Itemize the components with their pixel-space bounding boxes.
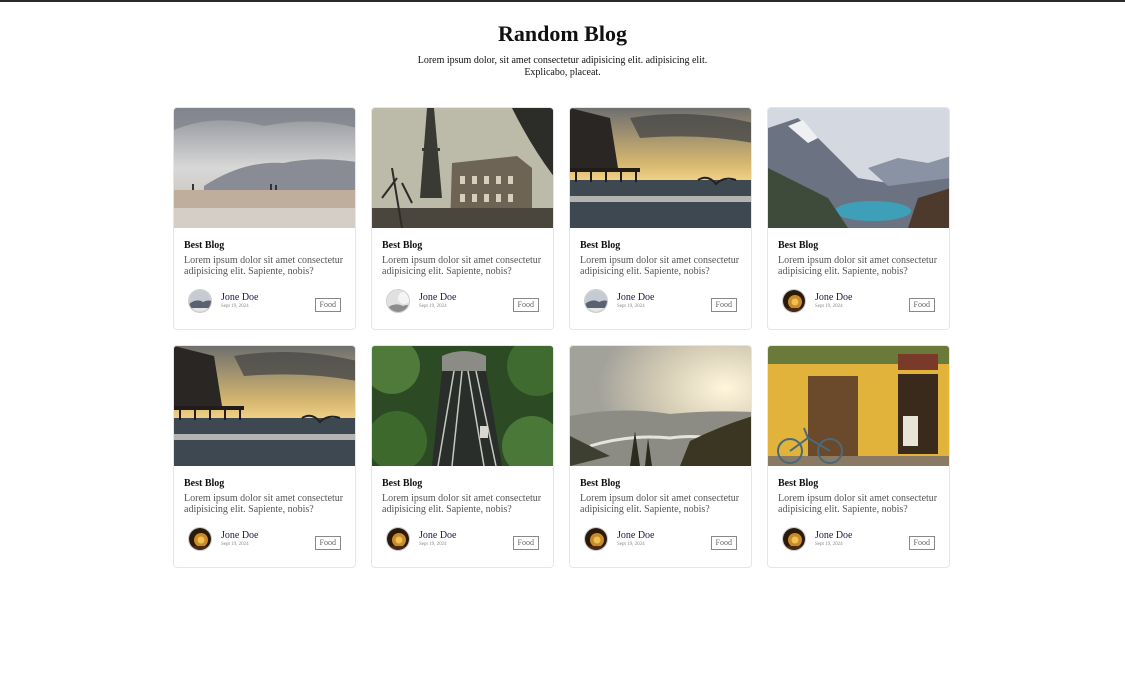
card-title[interactable]: Best Blog <box>382 477 543 491</box>
card-text: Lorem ipsum dolor sit amet consectetur a… <box>778 255 938 277</box>
author-avatar[interactable] <box>188 527 212 551</box>
author-avatar[interactable] <box>782 289 806 313</box>
card-text: Lorem ipsum dolor sit amet consectetur a… <box>580 493 740 515</box>
card-body: Best Blog Lorem ipsum dolor sit amet con… <box>570 228 751 277</box>
card-title[interactable]: Best Blog <box>184 239 345 253</box>
post-date: Sept 19, 2024 <box>221 304 249 309</box>
category-tag[interactable]: Food <box>710 298 737 312</box>
card-body: Best Blog Lorem ipsum dolor sit amet con… <box>372 466 553 515</box>
category-tag[interactable]: Food <box>314 298 341 312</box>
author-name[interactable]: Jone Doe <box>221 530 259 542</box>
author-name[interactable]: Jone Doe <box>419 530 457 542</box>
post-date: Sept 19, 2024 <box>419 304 447 309</box>
card-title[interactable]: Best Blog <box>778 239 939 253</box>
page-subtitle: Lorem ipsum dolor, sit amet consectetur … <box>417 55 708 78</box>
card-text: Lorem ipsum dolor sit amet consectetur a… <box>184 493 344 515</box>
card-footer: Jone Doe Sept 19, 2024 Food <box>386 289 539 315</box>
pier-sunset-image[interactable] <box>174 346 355 466</box>
blog-card[interactable]: Best Blog Lorem ipsum dolor sit amet con… <box>767 345 950 568</box>
category-tag[interactable]: Food <box>908 536 935 550</box>
card-footer: Jone Doe Sept 19, 2024 Food <box>188 289 341 315</box>
blog-card[interactable]: Best Blog Lorem ipsum dolor sit amet con… <box>767 107 950 330</box>
post-date: Sept 19, 2024 <box>617 304 645 309</box>
card-footer: Jone Doe Sept 19, 2024 Food <box>188 527 341 553</box>
post-date: Sept 19, 2024 <box>617 542 645 547</box>
beach-mountains-image[interactable] <box>174 108 355 228</box>
top-border <box>0 0 1125 2</box>
card-text: Lorem ipsum dolor sit amet consectetur a… <box>382 255 542 277</box>
card-body: Best Blog Lorem ipsum dolor sit amet con… <box>174 228 355 277</box>
card-footer: Jone Doe Sept 19, 2024 Food <box>584 527 737 553</box>
author-name[interactable]: Jone Doe <box>221 292 259 304</box>
blog-card[interactable]: Best Blog Lorem ipsum dolor sit amet con… <box>173 345 356 568</box>
category-tag[interactable]: Food <box>512 298 539 312</box>
blog-card[interactable]: Best Blog Lorem ipsum dolor sit amet con… <box>371 345 554 568</box>
pier-sunset-image[interactable] <box>570 108 751 228</box>
valley-sunset-image[interactable] <box>570 346 751 466</box>
forest-rails-image[interactable] <box>372 346 553 466</box>
post-date: Sept 19, 2024 <box>815 542 843 547</box>
author-avatar[interactable] <box>386 289 410 313</box>
card-body: Best Blog Lorem ipsum dolor sit amet con… <box>570 466 751 515</box>
card-footer: Jone Doe Sept 19, 2024 Food <box>386 527 539 553</box>
author-name[interactable]: Jone Doe <box>815 530 853 542</box>
card-body: Best Blog Lorem ipsum dolor sit amet con… <box>768 228 949 277</box>
card-body: Best Blog Lorem ipsum dolor sit amet con… <box>768 466 949 515</box>
card-footer: Jone Doe Sept 19, 2024 Food <box>782 527 935 553</box>
card-title[interactable]: Best Blog <box>184 477 345 491</box>
card-body: Best Blog Lorem ipsum dolor sit amet con… <box>174 466 355 515</box>
author-avatar[interactable] <box>188 289 212 313</box>
blog-card[interactable]: Best Blog Lorem ipsum dolor sit amet con… <box>173 107 356 330</box>
eiffel-tower-image[interactable] <box>372 108 553 228</box>
blog-card[interactable]: Best Blog Lorem ipsum dolor sit amet con… <box>569 107 752 330</box>
card-title[interactable]: Best Blog <box>778 477 939 491</box>
blog-card[interactable]: Best Blog Lorem ipsum dolor sit amet con… <box>371 107 554 330</box>
author-name[interactable]: Jone Doe <box>419 292 457 304</box>
category-tag[interactable]: Food <box>710 536 737 550</box>
post-date: Sept 19, 2024 <box>221 542 249 547</box>
blog-card[interactable]: Best Blog Lorem ipsum dolor sit amet con… <box>569 345 752 568</box>
card-title[interactable]: Best Blog <box>382 239 543 253</box>
category-tag[interactable]: Food <box>512 536 539 550</box>
post-date: Sept 19, 2024 <box>419 542 447 547</box>
author-avatar[interactable] <box>386 527 410 551</box>
card-footer: Jone Doe Sept 19, 2024 Food <box>782 289 935 315</box>
author-name[interactable]: Jone Doe <box>617 292 655 304</box>
card-text: Lorem ipsum dolor sit amet consectetur a… <box>184 255 344 277</box>
category-tag[interactable]: Food <box>314 536 341 550</box>
category-tag[interactable]: Food <box>908 298 935 312</box>
blog-grid: Best Blog Lorem ipsum dolor sit amet con… <box>173 107 950 568</box>
card-text: Lorem ipsum dolor sit amet consectetur a… <box>580 255 740 277</box>
card-body: Best Blog Lorem ipsum dolor sit amet con… <box>372 228 553 277</box>
card-text: Lorem ipsum dolor sit amet consectetur a… <box>382 493 542 515</box>
author-name[interactable]: Jone Doe <box>815 292 853 304</box>
yellow-storefront-image[interactable] <box>768 346 949 466</box>
author-avatar[interactable] <box>782 527 806 551</box>
card-title[interactable]: Best Blog <box>580 239 741 253</box>
author-avatar[interactable] <box>584 527 608 551</box>
page-header: Random Blog Lorem ipsum dolor, sit amet … <box>0 20 1125 79</box>
mountain-lake-image[interactable] <box>768 108 949 228</box>
page-title: Random Blog <box>498 21 627 46</box>
card-footer: Jone Doe Sept 19, 2024 Food <box>584 289 737 315</box>
author-name[interactable]: Jone Doe <box>617 530 655 542</box>
card-title[interactable]: Best Blog <box>580 477 741 491</box>
post-date: Sept 19, 2024 <box>815 304 843 309</box>
author-avatar[interactable] <box>584 289 608 313</box>
card-text: Lorem ipsum dolor sit amet consectetur a… <box>778 493 938 515</box>
